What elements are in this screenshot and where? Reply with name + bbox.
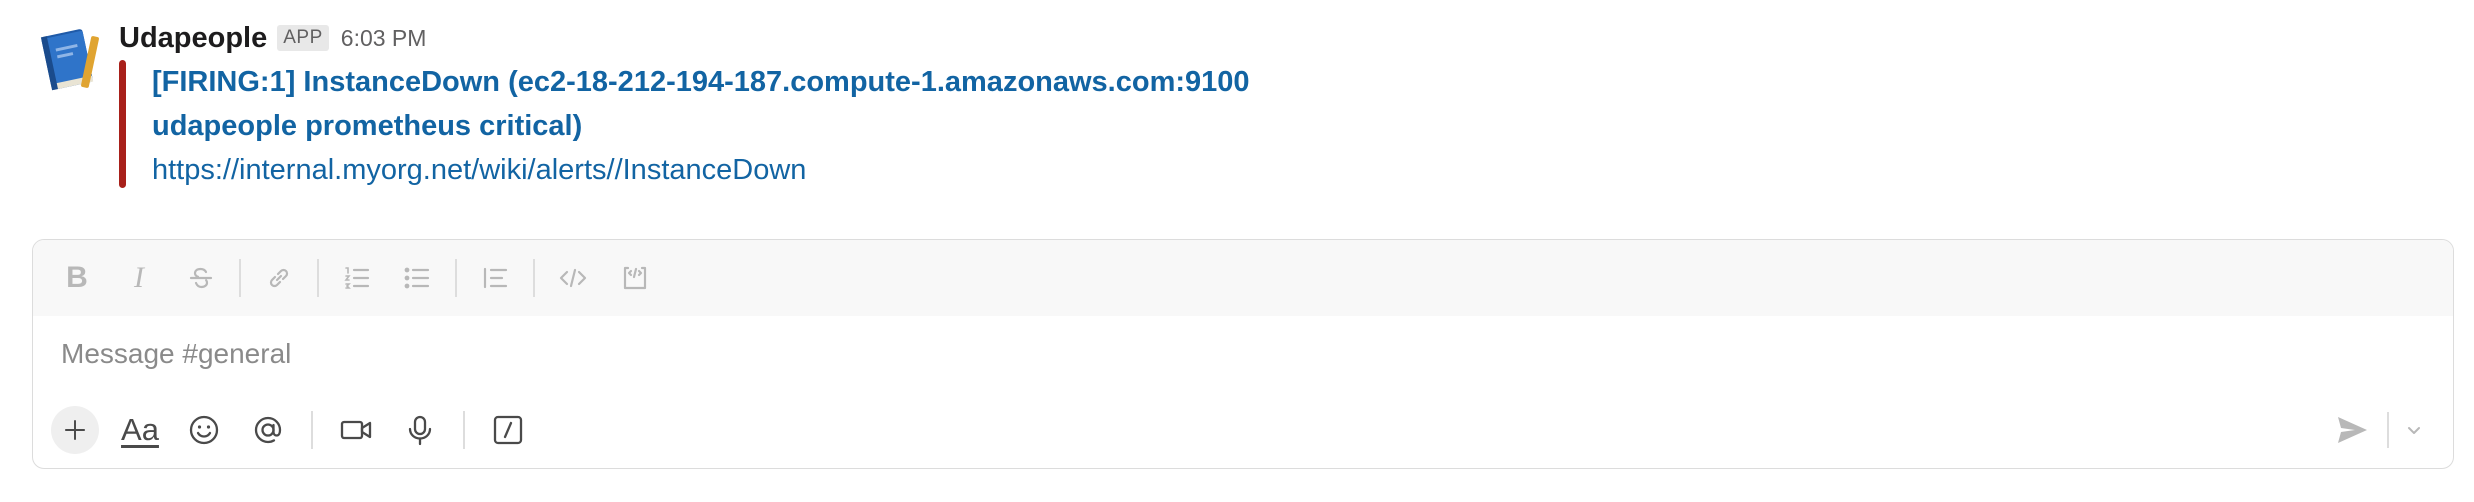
- emoji-button[interactable]: [175, 401, 233, 459]
- italic-icon: I: [134, 261, 144, 294]
- shortcuts-button[interactable]: [479, 401, 537, 459]
- bulleted-list-button[interactable]: [393, 254, 441, 302]
- message-input-area[interactable]: [33, 316, 2453, 392]
- toolbar-divider: [463, 411, 465, 449]
- slash-command-icon: [493, 415, 523, 445]
- code-button[interactable]: [549, 254, 597, 302]
- bold-button[interactable]: B: [53, 254, 101, 302]
- blue-book-icon: [40, 29, 99, 91]
- attachment-title-line[interactable]: [FIRING:1] InstanceDown (ec2-18-212-194-…: [152, 60, 1552, 104]
- message-header: Udapeople APP 6:03 PM: [119, 18, 426, 58]
- avatar[interactable]: [32, 22, 106, 96]
- mention-icon: [254, 416, 282, 444]
- emoji-icon: [189, 415, 219, 445]
- bold-icon: B: [66, 261, 88, 294]
- send-icon: [2338, 417, 2367, 443]
- format-text-icon: Aa: [121, 412, 159, 447]
- attachment-title-line[interactable]: udapeople prometheus critical): [152, 104, 1552, 148]
- formatting-toolbar: B I: [33, 240, 2453, 316]
- send-options-button[interactable]: [2399, 405, 2429, 455]
- italic-button[interactable]: I: [115, 254, 163, 302]
- microphone-icon: [408, 415, 432, 446]
- code-block-icon: [623, 266, 647, 290]
- plus-icon: [64, 419, 86, 441]
- code-block-button[interactable]: [611, 254, 659, 302]
- sender-name[interactable]: Udapeople: [119, 22, 267, 55]
- attachment-link[interactable]: https://internal.myorg.net/wiki/alerts//…: [152, 148, 1552, 192]
- message-input[interactable]: [59, 337, 2063, 371]
- ordered-list-icon: [344, 267, 370, 289]
- mention-button[interactable]: [239, 401, 297, 459]
- link-button[interactable]: [255, 254, 303, 302]
- bulleted-list-icon: [404, 267, 430, 289]
- toolbar-divider: [533, 259, 535, 297]
- blockquote-button[interactable]: [471, 254, 519, 302]
- attachment-body: [FIRING:1] InstanceDown (ec2-18-212-194-…: [152, 60, 1552, 192]
- message: Udapeople APP 6:03 PM [FIRING:1] Instanc…: [0, 0, 2474, 230]
- video-icon: [340, 420, 372, 440]
- app-badge: APP: [277, 25, 329, 51]
- strikethrough-button[interactable]: [177, 254, 225, 302]
- audio-clip-button[interactable]: [391, 401, 449, 459]
- format-text-button[interactable]: Aa: [111, 401, 169, 459]
- ordered-list-button[interactable]: [333, 254, 381, 302]
- composer-actions-toolbar: Aa: [33, 390, 2453, 468]
- code-icon: [559, 268, 587, 288]
- toolbar-divider: [317, 259, 319, 297]
- chevron-down-icon: [2408, 427, 2420, 434]
- attachment-title[interactable]: [FIRING:1] InstanceDown (ec2-18-212-194-…: [152, 60, 1552, 148]
- attach-button[interactable]: [51, 406, 99, 454]
- toolbar-divider: [455, 259, 457, 297]
- send-button[interactable]: [2327, 405, 2377, 455]
- link-icon: [269, 268, 289, 288]
- message-composer: B I Message #general Aa: [32, 239, 2454, 469]
- attachment-color-bar: [119, 60, 126, 188]
- send-controls: [2327, 390, 2429, 468]
- toolbar-divider: [311, 411, 313, 449]
- message-timestamp[interactable]: 6:03 PM: [341, 25, 427, 52]
- strikethrough-icon: [189, 267, 213, 289]
- video-clip-button[interactable]: [327, 401, 385, 459]
- blockquote-icon: [483, 267, 508, 289]
- send-divider: [2387, 412, 2389, 448]
- toolbar-divider: [239, 259, 241, 297]
